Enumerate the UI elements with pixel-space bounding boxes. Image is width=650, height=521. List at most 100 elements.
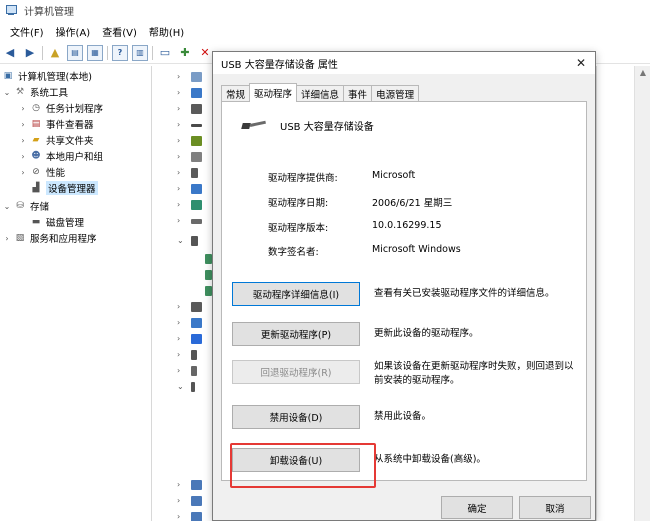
tree-item-system-tools[interactable]: ⌄ ⚒ 系统工具 [2, 84, 68, 100]
help-icon[interactable]: ? [112, 44, 128, 61]
driver-date-value: 2006/6/21 星期三 [372, 198, 453, 209]
device-category-icon[interactable] [191, 494, 202, 508]
close-icon[interactable]: ✕ [573, 55, 589, 71]
chevron-right-icon[interactable]: › [177, 366, 180, 375]
disable-device-button[interactable]: 禁用设备(D) [232, 405, 360, 429]
menu-action[interactable]: 操作(A) [50, 24, 97, 39]
back-arrow-icon[interactable]: ◀ [2, 45, 18, 61]
cancel-button[interactable]: 取消 [519, 496, 591, 519]
device-item-icon[interactable] [205, 268, 212, 282]
tab-power-management[interactable]: 电源管理 [371, 85, 420, 102]
chevron-right-icon[interactable]: › [177, 104, 180, 113]
chevron-right-icon[interactable]: › [177, 120, 180, 129]
tree-item-event-viewer[interactable]: › ▤ 事件查看器 [18, 116, 93, 132]
chevron-right-icon[interactable]: › [177, 334, 180, 343]
toolbar-separator [107, 45, 108, 60]
device-category-icon[interactable] [191, 70, 202, 84]
menu-view[interactable]: 查看(V) [96, 24, 143, 39]
view-icon[interactable]: ▥ [132, 44, 148, 61]
forward-arrow-icon[interactable]: ▶ [22, 45, 38, 61]
chevron-right-icon[interactable]: › [177, 350, 180, 359]
device-category-icon[interactable] [191, 86, 202, 100]
tree-item-device-manager[interactable]: ▟ 设备管理器 [28, 180, 98, 196]
chevron-right-icon[interactable]: › [177, 216, 180, 225]
chevron-right-icon[interactable]: › [177, 72, 180, 81]
tree-item-services[interactable]: › ▧ 服务和应用程序 [2, 230, 96, 246]
device-item-icon[interactable] [205, 284, 212, 298]
tree-item-storage[interactable]: ⌄ ⛁ 存储 [2, 198, 49, 214]
device-category-icon[interactable] [191, 332, 202, 346]
chevron-down-icon[interactable]: ⌄ [2, 88, 12, 97]
device-category-icon[interactable] [191, 478, 202, 492]
driver-date-label: 驱动程序日期: [268, 198, 329, 209]
chevron-right-icon[interactable]: › [177, 480, 180, 489]
up-folder-icon[interactable]: ▲ [47, 45, 63, 61]
chevron-right-icon[interactable]: › [18, 136, 28, 145]
menu-help[interactable]: 帮助(H) [143, 24, 190, 39]
tree-item-shared-folders[interactable]: › ▰ 共享文件夹 [18, 132, 93, 148]
chevron-right-icon[interactable]: › [18, 152, 28, 161]
roll-back-driver-button[interactable]: 回退驱动程序(R) [232, 360, 360, 384]
device-category-icon[interactable] [191, 150, 202, 164]
chevron-right-icon[interactable]: › [2, 234, 12, 243]
ok-button[interactable]: 确定 [441, 496, 513, 519]
chevron-right-icon[interactable]: › [177, 184, 180, 193]
vertical-scrollbar[interactable]: ▲ [634, 66, 650, 521]
device-category-icon[interactable] [191, 134, 202, 148]
tree-item-root[interactable]: ▣ 计算机管理(本地) [0, 68, 92, 84]
tab-events[interactable]: 事件 [343, 85, 373, 102]
chevron-right-icon[interactable]: › [177, 152, 180, 161]
show-hide-tree-icon[interactable]: ▤ [67, 44, 83, 61]
driver-details-button[interactable]: 驱动程序详细信息(I) [232, 282, 360, 306]
menu-file[interactable]: 文件(F) [4, 24, 50, 39]
dialog-title: USB 大容量存储设备 属性 [221, 59, 338, 71]
tree-item-disk-management[interactable]: ▬ 磁盘管理 [28, 214, 84, 230]
chevron-right-icon[interactable]: › [177, 512, 180, 521]
users-icon: ☻ [31, 150, 41, 161]
device-category-icon[interactable] [191, 380, 195, 394]
device-category-icon[interactable] [191, 234, 198, 248]
device-list: › › › › › › › › › › ⌄ › › › › › ⌄ › › › [153, 66, 213, 521]
device-category-icon[interactable] [191, 364, 197, 378]
chevron-right-icon[interactable]: › [177, 302, 180, 311]
device-category-icon[interactable] [191, 118, 202, 132]
chevron-down-icon[interactable]: ⌄ [177, 382, 184, 391]
tree-item-task-scheduler[interactable]: › ◷ 任务计划程序 [18, 100, 103, 116]
monitor-icon[interactable]: ▭ [157, 45, 173, 61]
device-category-icon[interactable] [191, 166, 198, 180]
uninstall-x-icon[interactable]: ✕ [197, 45, 213, 61]
tab-general[interactable]: 常规 [221, 85, 251, 102]
device-category-icon[interactable] [191, 102, 202, 116]
chevron-right-icon[interactable]: › [177, 136, 180, 145]
device-category-icon[interactable] [191, 300, 202, 314]
usb-device-icon [241, 119, 268, 133]
device-category-icon[interactable] [191, 182, 202, 196]
device-category-icon[interactable] [191, 510, 202, 521]
window-title: 计算机管理 [24, 6, 74, 18]
scan-hardware-icon[interactable]: ✚ [177, 45, 193, 61]
chevron-right-icon[interactable]: › [177, 88, 180, 97]
tree-item-local-users[interactable]: › ☻ 本地用户和组 [18, 148, 103, 164]
chevron-right-icon[interactable]: › [177, 318, 180, 327]
scroll-up-arrow-icon[interactable]: ▲ [635, 68, 650, 77]
chevron-right-icon[interactable]: › [18, 120, 28, 129]
dialog-tabs: 常规 驱动程序 详细信息 事件 电源管理 [221, 83, 420, 102]
device-item-icon[interactable] [205, 252, 212, 266]
device-category-icon[interactable] [191, 316, 202, 330]
chevron-down-icon[interactable]: ⌄ [2, 202, 12, 211]
tree-item-performance[interactable]: › ⊘ 性能 [18, 164, 65, 180]
device-category-icon[interactable] [191, 214, 202, 228]
device-category-icon[interactable] [191, 198, 202, 212]
tab-details[interactable]: 详细信息 [296, 85, 345, 102]
chevron-right-icon[interactable]: › [177, 496, 180, 505]
chevron-right-icon[interactable]: › [18, 104, 28, 113]
tree-label: 性能 [46, 168, 66, 179]
chevron-down-icon[interactable]: ⌄ [177, 236, 184, 245]
update-driver-button[interactable]: 更新驱动程序(P) [232, 322, 360, 346]
chevron-right-icon[interactable]: › [177, 168, 180, 177]
chevron-right-icon[interactable]: › [177, 200, 180, 209]
properties-icon[interactable]: ▦ [87, 44, 103, 61]
chevron-right-icon[interactable]: › [18, 168, 28, 177]
device-category-icon[interactable] [191, 348, 197, 362]
tab-driver[interactable]: 驱动程序 [249, 83, 298, 102]
